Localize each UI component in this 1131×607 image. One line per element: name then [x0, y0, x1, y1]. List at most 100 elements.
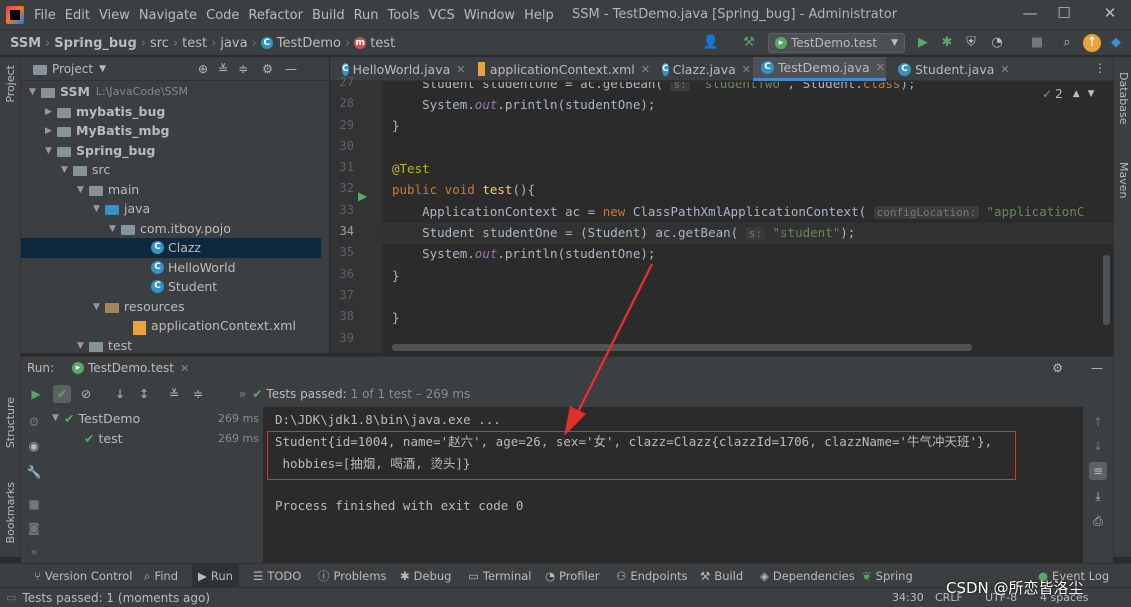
collapse-all-icon[interactable]: ≑	[189, 385, 207, 403]
menu-navigate[interactable]: Navigate	[139, 8, 197, 23]
sort-duration-icon[interactable]: ↕	[135, 385, 153, 403]
breadcrumb-ssm[interactable]: SSM	[10, 36, 41, 51]
profile-icon[interactable]: ◔	[988, 34, 1006, 52]
bottom-tab-terminal[interactable]: ▭ Terminal	[468, 564, 531, 588]
tree-item-ssm[interactable]: ▼ SSM L:\JavaCode\SSM	[21, 82, 321, 102]
collapse-all-icon[interactable]: ≑	[238, 62, 248, 76]
tab-testdemo[interactable]: C TestDemo.java ✕	[753, 57, 886, 81]
menu-view[interactable]: View	[99, 8, 130, 23]
print-icon[interactable]: ⎙	[1089, 512, 1107, 530]
run-test-gutter-icon[interactable]: ▶	[358, 189, 367, 203]
wrench-icon[interactable]: 🔧	[25, 463, 43, 481]
menu-edit[interactable]: Edit	[65, 8, 90, 23]
menu-file[interactable]: File	[34, 8, 56, 23]
more-tabs-icon[interactable]: ⋮	[1094, 61, 1106, 75]
menu-vcs[interactable]: VCS	[429, 8, 455, 23]
status-message[interactable]: Tests passed: 1 (moments ago)	[22, 591, 210, 605]
debug-icon[interactable]: ✱	[938, 34, 956, 52]
tree-item-src[interactable]: ▼ src	[21, 160, 321, 180]
tree-item-resources[interactable]: ▼ resources	[21, 297, 321, 317]
toolbox-icon[interactable]: ◆	[1107, 34, 1125, 52]
search-icon[interactable]: ⌕	[1058, 34, 1076, 52]
stop-icon[interactable]: ⚙	[25, 413, 43, 431]
tab-appcontext[interactable]: applicationContext.xml ✕	[470, 57, 650, 81]
down-arrow-icon[interactable]: ↓	[1089, 437, 1107, 455]
menu-run[interactable]: Run	[354, 8, 379, 23]
tree-item-helloworld[interactable]: C HelloWorld	[21, 258, 321, 278]
test-node-test[interactable]: ✔ test 269 ms	[48, 428, 263, 448]
editor-h-scrollbar[interactable]	[392, 344, 972, 351]
test-node-testdemo[interactable]: ▼ ✔ TestDemo 269 ms	[48, 408, 263, 428]
gear-icon[interactable]: ⚙	[262, 62, 273, 76]
inspection-widget[interactable]: ✓ 2 ▲ ▼	[1042, 87, 1095, 101]
more-icon[interactable]: »	[239, 387, 246, 401]
camera-icon[interactable]: ◉	[25, 437, 43, 455]
bottom-tab-find[interactable]: ⌕ Find	[144, 564, 178, 588]
bottom-tab-problems[interactable]: ⓘ Problems	[318, 564, 387, 588]
build-hammer-icon[interactable]: ⚒	[740, 34, 758, 52]
chevron-down-icon[interactable]: ▼	[99, 64, 106, 74]
breadcrumb-testdemo[interactable]: TestDemo	[277, 36, 341, 51]
show-passed-icon[interactable]: ✔	[53, 385, 71, 403]
show-ignored-icon[interactable]: ⊘	[77, 385, 95, 403]
bottom-tab-profiler[interactable]: ◔ Profiler	[545, 564, 600, 588]
breadcrumb-method-test[interactable]: test	[370, 36, 395, 51]
tab-student[interactable]: C Student.java ✕	[890, 57, 1010, 81]
tree-item-spring-bug[interactable]: ▼ Spring_bug	[21, 141, 321, 161]
breadcrumb-src[interactable]: src	[150, 36, 169, 51]
side-tab-maven[interactable]: Maven	[1117, 162, 1130, 198]
tree-item-appcontext-xml[interactable]: applicationContext.xml	[21, 316, 321, 336]
locate-icon[interactable]: ⊕	[198, 62, 208, 76]
side-tab-structure[interactable]: Structure	[4, 397, 17, 448]
tree-item-java[interactable]: ▼ java	[21, 199, 321, 219]
hide-icon[interactable]: —	[285, 62, 297, 76]
bottom-tab-todo[interactable]: ☰ TODO	[253, 564, 301, 588]
breadcrumb-test[interactable]: test	[182, 36, 207, 51]
editor-v-scrollbar[interactable]	[1103, 255, 1110, 325]
stop-icon[interactable]: ■	[1028, 34, 1046, 52]
stop-icon[interactable]: ■	[25, 495, 43, 513]
side-tab-bookmarks[interactable]: Bookmarks	[4, 482, 17, 543]
expand-all-icon[interactable]: ≚	[165, 385, 183, 403]
project-panel-title[interactable]: Project	[52, 62, 93, 76]
bottom-tab-dependencies[interactable]: ◈ Dependencies	[760, 564, 855, 588]
menu-tools[interactable]: Tools	[388, 8, 420, 23]
tree-item-main[interactable]: ▼ main	[21, 180, 321, 200]
caret-position[interactable]: 34:30	[892, 591, 924, 604]
minimize-icon[interactable]: —	[1019, 4, 1041, 26]
menu-window[interactable]: Window	[464, 8, 515, 23]
run-icon[interactable]: ▶	[914, 34, 932, 52]
gear-icon[interactable]: ⚙	[1052, 361, 1063, 375]
tree-item-mybatis-bug[interactable]: ▶ mybatis_bug	[21, 102, 321, 122]
bottom-tab-endpoints[interactable]: ⚇ Endpoints	[616, 564, 688, 588]
menu-help[interactable]: Help	[524, 8, 554, 23]
tree-item-mybatis-mbg[interactable]: ▶ MyBatis_mbg	[21, 121, 321, 141]
expand-all-icon[interactable]: ≚	[218, 62, 228, 76]
user-icon[interactable]: 👤	[702, 34, 720, 52]
close-icon[interactable]: ✕	[180, 362, 189, 375]
more-icon[interactable]: »	[25, 543, 43, 561]
breadcrumb-java[interactable]: java	[220, 36, 247, 51]
tree-item-student[interactable]: C Student	[21, 277, 321, 297]
bottom-tab-spring[interactable]: ❦ Spring	[862, 564, 913, 588]
breadcrumb-spring-bug[interactable]: Spring_bug	[54, 36, 136, 51]
tree-item-test[interactable]: ▼ test	[21, 336, 321, 356]
hide-icon[interactable]: —	[1091, 361, 1103, 375]
bottom-tab-debug[interactable]: ✱ Debug	[400, 564, 451, 588]
side-tab-database[interactable]: Database	[1117, 72, 1130, 125]
maximize-icon[interactable]: ☐	[1053, 4, 1075, 26]
scroll-to-end-icon[interactable]: ⤓	[1089, 487, 1107, 505]
tree-item-clazz[interactable]: C Clazz	[21, 238, 321, 258]
bottom-tab-build[interactable]: ⚒ Build	[700, 564, 743, 588]
screenshot-icon[interactable]: ◙	[25, 519, 43, 537]
soft-wrap-icon[interactable]: ≡	[1089, 462, 1107, 480]
close-icon[interactable]: ✕	[1099, 4, 1121, 26]
menu-refactor[interactable]: Refactor	[248, 8, 303, 23]
coverage-icon[interactable]: ⛨	[962, 34, 980, 52]
run-config-select[interactable]: ▸ TestDemo.test ▼	[768, 33, 905, 53]
tree-item-package[interactable]: ▼ com.itboy.pojo	[21, 219, 321, 239]
console-output[interactable]: D:\JDK\jdk1.8\bin\java.exe ... Student{i…	[263, 407, 1083, 564]
sort-alpha-icon[interactable]: ↓	[111, 385, 129, 403]
menu-code[interactable]: Code	[206, 8, 239, 23]
up-arrow-icon[interactable]: ↑	[1089, 413, 1107, 431]
